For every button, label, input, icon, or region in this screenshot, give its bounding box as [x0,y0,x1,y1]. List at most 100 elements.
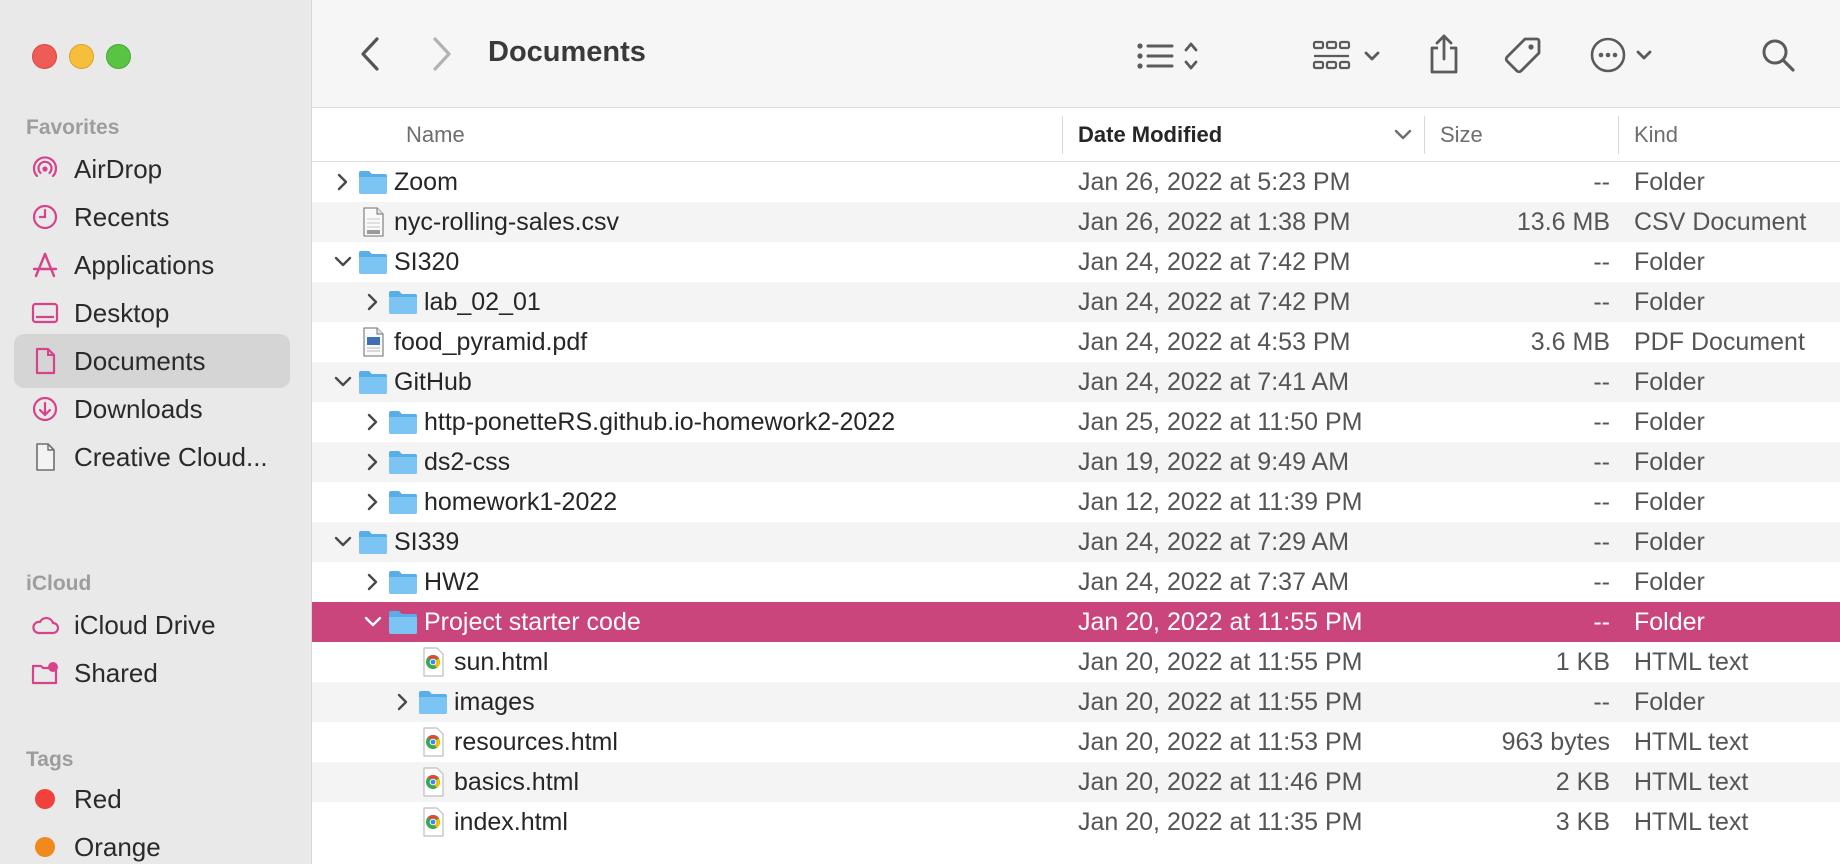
file-name: homework1-2022 [424,488,618,516]
kind-cell: Folder [1634,288,1705,316]
chrome-html-file-icon [423,727,444,757]
file-row[interactable]: basics.html Jan 20, 2022 at 11:46 PM 2 KB H… [312,762,1840,802]
file-row[interactable]: SI339 Jan 24, 2022 at 7:29 AM -- Folder [312,522,1840,562]
kind-cell: HTML text [1634,768,1749,796]
sidebar-item-shared[interactable]: Shared [14,646,290,700]
date-modified-cell: Jan 24, 2022 at 7:42 PM [1078,288,1351,316]
sidebar-item-label: AirDrop [74,153,163,184]
sidebar-item-applications[interactable]: Applications [14,238,290,292]
sidebar-item-icloud-drive[interactable]: iCloud Drive [14,598,290,652]
disclosure-triangle[interactable] [362,562,384,602]
date-modified-cell: Jan 26, 2022 at 5:23 PM [1078,168,1351,196]
size-cell: 963 bytes [1501,728,1610,756]
disclosure-triangle[interactable] [332,522,354,562]
disclosure-triangle[interactable] [332,242,354,282]
search-button[interactable] [1758,34,1798,76]
folder-icon [389,451,417,474]
date-modified-cell: Jan 24, 2022 at 4:53 PM [1078,328,1351,356]
back-button[interactable] [352,34,388,74]
file-name: index.html [454,808,568,836]
size-cell: 1 KB [1555,648,1610,676]
disclosure-expanded-icon [334,256,352,267]
finder-window: Favorites AirDrop Recents Applications Desk… [0,0,1840,864]
sidebar-item-creative-cloud[interactable]: Creative Cloud... [14,430,290,484]
sidebar-item-recents[interactable]: Recents [14,190,290,244]
file-row[interactable]: resources.html Jan 20, 2022 at 11:53 PM 96… [312,722,1840,762]
folder-icon [359,371,387,394]
tags-button[interactable] [1502,34,1544,76]
disclosure-triangle[interactable] [332,162,354,202]
date-modified-cell: Jan 26, 2022 at 1:38 PM [1078,208,1351,236]
file-icon-wrapper [358,242,388,282]
more-actions-button[interactable] [1588,34,1662,76]
file-icon-wrapper [388,282,418,322]
disclosure-collapsed-icon [367,293,378,311]
name-column-header[interactable]: Name [406,122,465,148]
tag-color-dot-icon [35,837,55,857]
size-cell: 2 KB [1555,768,1610,796]
file-icon-wrapper [358,202,388,242]
chevron-right-icon [433,37,451,71]
disclosure-triangle[interactable] [362,402,384,442]
disclosure-collapsed-icon [367,493,378,511]
file-row[interactable]: nyc-rolling-sales.csv Jan 26, 2022 at 1:3… [312,202,1840,242]
file-row[interactable]: ds2-css Jan 19, 2022 at 9:49 AM -- Folder [312,442,1840,482]
folder-icon [359,171,387,194]
disclosure-triangle[interactable] [362,282,384,322]
disclosure-triangle[interactable] [332,362,354,402]
file-icon-wrapper [418,682,448,722]
sidebar-item-documents[interactable]: Documents [14,334,290,388]
sort-descending-icon[interactable] [1394,128,1412,142]
clock-icon [30,202,60,232]
file-row[interactable]: lab_02_01 Jan 24, 2022 at 7:42 PM -- Folder [312,282,1840,322]
file-row[interactable]: food_pyramid.pdf Jan 24, 2022 at 4:53 PM 3… [312,322,1840,362]
disclosure-triangle[interactable] [362,482,384,522]
sidebar-tag-label: Orange [74,831,161,862]
view-options-button[interactable] [1134,36,1214,76]
date-modified-cell: Jan 25, 2022 at 11:50 PM [1078,408,1363,436]
file-name: ds2-css [424,448,511,476]
file-row[interactable]: Project starter code Jan 20, 2022 at 11:5… [312,602,1840,642]
kind-column-header[interactable]: Kind [1634,122,1678,148]
kind-cell: Folder [1634,408,1705,436]
sidebar-item-desktop[interactable]: Desktop [14,286,290,340]
file-row[interactable]: http-ponetteRS.github.io-homework2-2022 J… [312,402,1840,442]
minimize-window-button[interactable] [69,44,94,69]
sidebar: Favorites AirDrop Recents Applications Desk… [0,0,312,864]
column-divider[interactable] [1424,116,1425,154]
zoom-window-button[interactable] [106,44,131,69]
date-modified-cell: Jan 20, 2022 at 11:55 PM [1078,648,1363,676]
file-row[interactable]: index.html Jan 20, 2022 at 11:35 PM 3 KB HT… [312,802,1840,842]
file-row[interactable]: images Jan 20, 2022 at 11:55 PM -- Folder [312,682,1840,722]
disclosure-triangle[interactable] [392,682,414,722]
file-icon-wrapper [388,562,418,602]
pdf-file-icon [363,327,384,357]
sidebar-item-downloads[interactable]: Downloads [14,382,290,436]
disclosure-collapsed-icon [397,693,408,711]
disclosure-triangle[interactable] [362,602,384,642]
file-row[interactable]: HW2 Jan 24, 2022 at 7:37 AM -- Folder [312,562,1840,602]
share-button[interactable] [1424,32,1464,76]
close-window-button[interactable] [32,44,57,69]
file-icon-wrapper [418,642,448,682]
file-row[interactable]: homework1-2022 Jan 12, 2022 at 11:39 PM --… [312,482,1840,522]
date-modified-column-header[interactable]: Date Modified [1078,122,1222,148]
file-icon-wrapper [388,442,418,482]
size-cell: -- [1593,408,1610,436]
file-row[interactable]: sun.html Jan 20, 2022 at 11:55 PM 1 KB HTML… [312,642,1840,682]
kind-cell: PDF Document [1634,328,1805,356]
sidebar-tag-orange[interactable]: Orange [14,820,290,864]
forward-button[interactable] [424,34,460,74]
file-row[interactable]: Zoom Jan 26, 2022 at 5:23 PM -- Folder [312,162,1840,202]
column-divider[interactable] [1618,116,1619,154]
folder-icon [359,251,387,274]
file-row[interactable]: GitHub Jan 24, 2022 at 7:41 AM -- Folder [312,362,1840,402]
disclosure-triangle[interactable] [362,442,384,482]
sidebar-tag-red[interactable]: Red [14,772,290,826]
size-column-header[interactable]: Size [1440,122,1483,148]
share-icon [1430,34,1458,74]
sidebar-item-airdrop[interactable]: AirDrop [14,142,290,196]
file-row[interactable]: SI320 Jan 24, 2022 at 7:42 PM -- Folder [312,242,1840,282]
group-button[interactable] [1312,36,1388,76]
column-divider[interactable] [1062,116,1063,154]
